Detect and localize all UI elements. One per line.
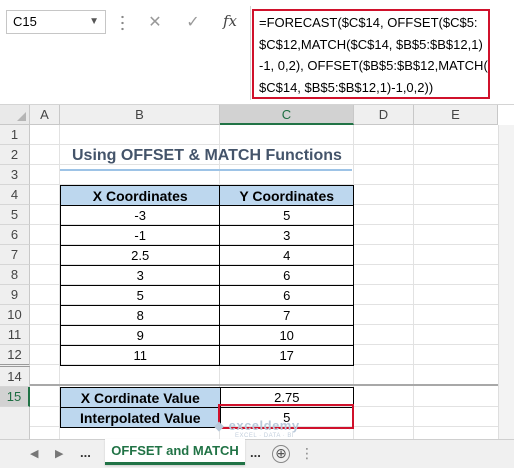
y-cell[interactable]: 6	[219, 285, 354, 306]
gridline	[413, 125, 414, 439]
select-all-button[interactable]	[0, 105, 30, 125]
chevron-down-icon[interactable]: ▼	[89, 11, 99, 33]
cancel-icon[interactable]: ✕	[145, 12, 165, 32]
y-cell[interactable]: 3	[219, 225, 354, 246]
table-row: -1 3	[59, 225, 354, 246]
row-header-14[interactable]: 14	[0, 367, 30, 387]
sheet-tab-bar: ◀ ▶ ... OFFSET and MATCH ... ⊕ ⋮	[0, 439, 514, 468]
table-row: -3 5	[59, 205, 354, 226]
y-cell[interactable]: 5	[219, 205, 354, 226]
y-cell[interactable]: 17	[219, 345, 354, 366]
x-cell[interactable]: 9	[59, 325, 221, 346]
row-header-12[interactable]: 12	[0, 345, 30, 367]
table-row: 2.5 4	[59, 245, 354, 266]
y-coordinates-header[interactable]: Y Coordinates	[219, 185, 354, 206]
formula-line: $C$14, $B$5:$B$12,1)-1,0,2))	[259, 79, 434, 95]
row-header-7[interactable]: 7	[0, 245, 30, 265]
row-header-10[interactable]: 10	[0, 305, 30, 325]
worksheet-grid[interactable]: A B C D E 1 2 3 4 5 6 7 8 9 10 11 12 14 …	[0, 105, 514, 439]
divider	[250, 6, 251, 100]
table-row: 11 17	[59, 345, 354, 366]
row-header-6[interactable]: 6	[0, 225, 30, 245]
enter-icon[interactable]: ✓	[183, 12, 203, 32]
y-cell[interactable]: 4	[219, 245, 354, 266]
row-header-1[interactable]: 1	[0, 125, 30, 145]
row-header-8[interactable]: 8	[0, 265, 30, 285]
watermark-name: exceldemy	[228, 418, 300, 433]
watermark-tagline: EXCEL · DATA · BI	[235, 433, 295, 439]
row-header-2[interactable]: 2	[0, 145, 30, 165]
column-header-b[interactable]: B	[60, 105, 220, 125]
x-cell[interactable]: 8	[59, 305, 221, 326]
tab-splitter-icon[interactable]: ⋮	[300, 445, 314, 462]
more-tabs-left[interactable]: ...	[80, 445, 91, 460]
formula-bar: C15 ▼ ✕ ✓ fx =FORECAST($C$14, OFFSET($C$…	[0, 0, 514, 105]
table-row: 56	[59, 285, 354, 306]
x-cordinate-label[interactable]: X Cordinate Value	[60, 387, 221, 408]
row-header-11[interactable]: 11	[0, 325, 30, 345]
formula-input[interactable]: =FORECAST($C$14, OFFSET($C$5: $C$12,MATCH…	[252, 9, 490, 99]
table-row: 9 10	[59, 325, 354, 346]
x-cell[interactable]: 11	[59, 345, 221, 366]
table-row: 36	[59, 265, 354, 286]
name-box-value: C15	[13, 14, 37, 29]
table-header-row: X Coordinates Y Coordinates	[59, 185, 354, 206]
interpolated-label[interactable]: Interpolated Value	[60, 407, 221, 428]
y-cell[interactable]: 7	[219, 305, 354, 326]
x-cell[interactable]: -1	[59, 225, 221, 246]
x-cell[interactable]: 2.5	[59, 245, 221, 266]
row-header-9[interactable]: 9	[0, 285, 30, 305]
coordinates-table: X Coordinates Y Coordinates -3 5 -1 3 2.5 4…	[59, 185, 354, 366]
tab-offset-and-match[interactable]: OFFSET and MATCH	[105, 439, 245, 465]
x-cell[interactable]: -3	[59, 205, 221, 226]
column-header-d[interactable]: D	[354, 105, 414, 125]
more-tabs-right[interactable]: ...	[250, 445, 261, 460]
column-header-e[interactable]: E	[414, 105, 498, 125]
hidden-row-marker	[30, 384, 498, 386]
add-sheet-icon[interactable]: ⊕	[272, 445, 290, 463]
row-header-4[interactable]: 4	[0, 185, 30, 205]
x-cell[interactable]: 5	[59, 285, 221, 306]
row-header-blank	[0, 407, 30, 439]
row-header-5[interactable]: 5	[0, 205, 30, 225]
column-header-c[interactable]: C	[220, 105, 354, 125]
row-header-3[interactable]: 3	[0, 165, 30, 185]
tab-scroll-right-icon[interactable]: ▶	[55, 447, 63, 460]
formula-line: =FORECAST($C$14, OFFSET($C$5:	[259, 15, 478, 30]
vertical-scrollbar[interactable]	[498, 125, 514, 439]
formula-line: $C$12,MATCH($C$14, $B$5:$B$12,1)	[259, 36, 483, 52]
y-cell[interactable]: 10	[219, 325, 354, 346]
title-underline	[60, 169, 352, 171]
sheet-title: Using OFFSET & MATCH Functions	[72, 147, 342, 164]
formula-line: -1, 0,2), OFFSET($B$5:$B$12,MATCH(	[259, 58, 488, 73]
x-cell[interactable]: 3	[59, 265, 221, 286]
name-box[interactable]: C15 ▼	[6, 10, 106, 34]
watermark-logo: ◆ exceldemy	[214, 418, 300, 433]
row-header-15[interactable]: 15	[0, 387, 30, 407]
x-coordinates-header[interactable]: X Coordinates	[59, 185, 221, 206]
gridline	[30, 144, 498, 145]
drag-handle-icon[interactable]	[121, 14, 124, 32]
insert-function-icon[interactable]: fx	[220, 12, 240, 30]
table-row: 87	[59, 305, 354, 326]
column-header-a[interactable]: A	[30, 105, 60, 125]
y-cell[interactable]: 6	[219, 265, 354, 286]
tab-scroll-left-icon[interactable]: ◀	[30, 447, 38, 460]
